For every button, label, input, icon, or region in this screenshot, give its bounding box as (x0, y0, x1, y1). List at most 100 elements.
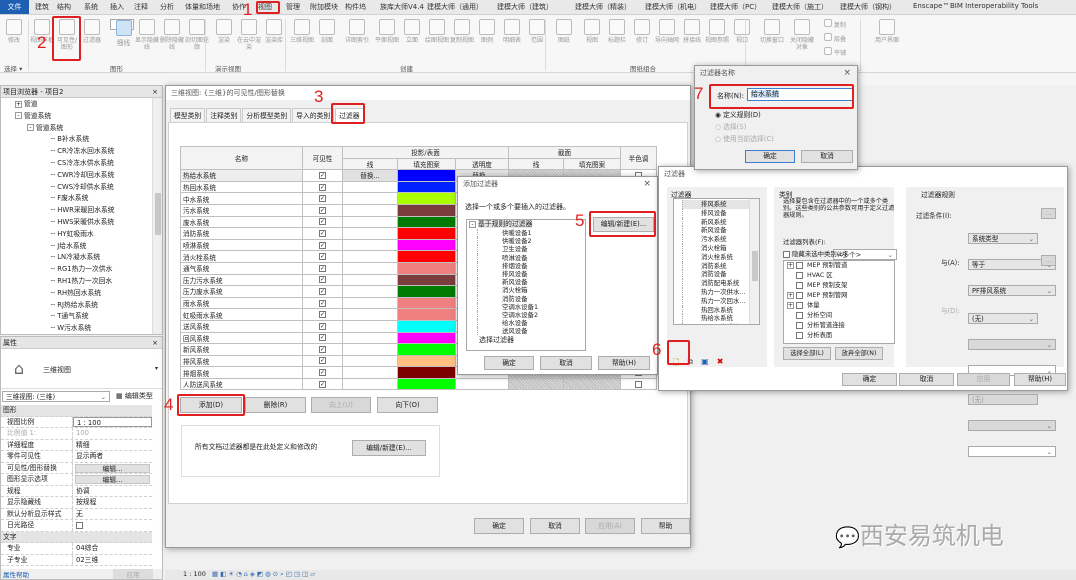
help-button[interactable]: 帮助(H) (598, 356, 650, 370)
projection-line-cell[interactable] (342, 203, 398, 217)
ribbon-button-12[interactable]: 剖面 (315, 19, 339, 44)
menu-tab-11[interactable]: 附加模块 (310, 2, 338, 12)
projection-pattern-swatch[interactable] (397, 308, 456, 321)
menu-tab-20[interactable]: 建模大师（钢构） (840, 2, 896, 12)
filter-tree-item[interactable]: 送风设备 (477, 327, 585, 336)
visibility-checkbox[interactable]: ✓ (319, 264, 326, 272)
projection-line-cell[interactable] (342, 250, 398, 263)
view-scale[interactable]: 1 : 100 (183, 570, 206, 578)
projection-pattern-swatch[interactable] (397, 377, 456, 391)
property-value[interactable]: 协调 (73, 486, 152, 497)
projection-line-cell[interactable] (342, 273, 398, 287)
visibility-checkbox[interactable]: ✓ (319, 241, 326, 249)
filter-tree-item[interactable]: 新风设备 (477, 278, 585, 287)
filter-list-item[interactable]: 排风系统 (682, 200, 759, 209)
visibility-checkbox[interactable]: ✓ (319, 311, 326, 319)
move-up-button[interactable]: 向上(U) (311, 397, 371, 413)
visibility-checkbox[interactable]: ✓ (319, 345, 326, 353)
browser-item[interactable]: ┄ CR冷冻水回水系统 (1, 146, 162, 158)
menu-tab-16[interactable]: 建模大师（精装） (575, 2, 631, 12)
ribbon-button-24[interactable]: 修订 (630, 19, 654, 44)
filter-list-item[interactable]: 热力一次回水... (682, 296, 759, 306)
filter-type-radio[interactable]: ○ 选择(S) (715, 121, 774, 133)
projection-line-cell[interactable] (342, 366, 398, 379)
ribbon-button-17[interactable]: 复制视图 (450, 19, 474, 44)
property-value[interactable]: 显示两者 (73, 451, 152, 462)
filter-tree-item[interactable]: 消火栓箱 (477, 286, 585, 295)
close-icon[interactable]: × (643, 177, 651, 191)
visibility-checkbox[interactable]: ✓ (319, 334, 326, 342)
filter-tree-item[interactable]: 卫生设备 (477, 245, 585, 254)
browser-item[interactable]: - 管道系统 (1, 111, 162, 123)
close-icon[interactable]: × (843, 66, 851, 80)
projection-pattern-swatch[interactable] (397, 238, 456, 252)
ribbon-button-29[interactable]: 切换窗口 (760, 19, 784, 44)
hide-unchecked-checkbox[interactable]: 隐藏未选中类别(U) (783, 249, 846, 258)
tab-3[interactable]: 导入的类别 (292, 108, 335, 122)
and-a-select[interactable]: (无) ⌄ (968, 313, 1038, 324)
property-value[interactable]: 02三维 (73, 555, 152, 566)
projection-line-cell[interactable] (342, 377, 398, 391)
remove-filter-button[interactable]: 删除(R) (245, 397, 306, 413)
projection-pattern-swatch[interactable] (397, 261, 456, 275)
cancel-button[interactable]: 取消 (530, 518, 580, 534)
filter-name[interactable]: 排风系统 (180, 354, 303, 368)
visibility-checkbox[interactable]: ✓ (319, 380, 326, 388)
visibility-checkbox[interactable]: ✓ (319, 276, 326, 284)
projection-pattern-swatch[interactable] (397, 215, 456, 229)
browser-item[interactable]: ┄ T通气系统 (1, 311, 162, 323)
ribbon-button-23[interactable]: 标题栏 (605, 19, 629, 44)
category-item[interactable]: + MEP 预制管网 (784, 291, 894, 301)
browser-item[interactable]: ┄ RH1热力一次回水 (1, 276, 162, 288)
visibility-checkbox[interactable]: ✓ (319, 218, 326, 226)
expand-icon[interactable]: - (15, 112, 22, 120)
ribbon-button-25[interactable]: 导向轴网 (655, 19, 679, 44)
cancel-button[interactable]: 取消 (899, 373, 954, 386)
browser-item[interactable]: ┄ HWS采暖供水系统 (1, 217, 162, 229)
filter-name[interactable]: 通气系统 (180, 261, 303, 275)
ok-button[interactable]: 确定 (745, 150, 795, 163)
close-icon[interactable]: × (152, 337, 158, 349)
menu-tab-15[interactable]: 建模大师（建筑） (497, 2, 553, 12)
ribbon-button-22[interactable]: 视图 (580, 19, 604, 44)
ribbon-button-33[interactable]: 平铺 (820, 47, 850, 57)
browser-item[interactable]: ┄ W污水系统 (1, 323, 162, 335)
filter-list-item[interactable]: 热给水系统 (682, 314, 759, 324)
expand-icon[interactable]: + (15, 100, 22, 108)
table-row[interactable]: 人防送风系统 ✓ (180, 377, 657, 391)
expand-icon[interactable]: - (27, 124, 34, 132)
ribbon-button-5[interactable]: 显示隐藏线 (135, 19, 159, 51)
filter-tree[interactable]: - 基于规则的过滤器 供暖设备1 供暖设备2 卫生设备 喷淋设备 排烟设备 排风设备 新风设备… (466, 219, 586, 351)
filter-list-item[interactable]: 污水系统 (682, 235, 759, 244)
ribbon-button-15[interactable]: 立面 (400, 19, 424, 44)
category-checkbox[interactable] (796, 281, 803, 289)
ribbon-button-10[interactable]: 渲染库 (262, 19, 286, 44)
category-checkbox[interactable] (796, 311, 803, 319)
ribbon-button-3[interactable]: 过滤器 (80, 19, 104, 44)
projection-pattern-swatch[interactable] (397, 273, 456, 287)
expand-icon[interactable]: + (787, 261, 794, 269)
menu-tab-18[interactable]: 建模大师（PC） (710, 2, 761, 12)
ribbon-button-4[interactable]: 细线 (110, 19, 134, 47)
type-selector[interactable]: ⌂ 三维视图 ▾ (1, 349, 162, 389)
categories-list[interactable]: + MEP 预制管道 HVAC 区 MEP 预制支架 + MEP 预制管网 + 体量 分析空间分… (783, 260, 895, 344)
filter-name[interactable]: 喷淋系统 (180, 238, 303, 252)
ribbon-panel-label[interactable]: 选择 ▾ (4, 63, 22, 73)
browser-item[interactable]: ┄ CS冷冻水供水系统 (1, 158, 162, 170)
browser-item[interactable]: ┄ RG1热力一次供水 (1, 264, 162, 276)
instance-selector[interactable]: 三维视图: (三维) ⌄ (2, 391, 110, 402)
property-value[interactable]: 1 : 100 (73, 416, 152, 427)
projection-pattern-swatch[interactable] (397, 366, 456, 379)
browser-item[interactable]: - 管道系统 (1, 123, 162, 135)
close-icon[interactable]: × (152, 86, 158, 98)
property-group[interactable]: 文字 (1, 531, 152, 543)
projection-line-cell[interactable] (342, 227, 398, 240)
menu-tab-14[interactable]: 建模大师（通用） (427, 2, 483, 12)
property-group[interactable]: 图形 (1, 405, 152, 417)
browser-item[interactable]: ┄ HWR采暖回水系统 (1, 205, 162, 217)
filter-name[interactable]: 排烟系统 (180, 366, 303, 379)
expand-icon[interactable]: + (787, 291, 794, 299)
category-item[interactable]: + MEP 预制管道 (784, 261, 894, 271)
filter-tree-item[interactable]: 排风设备 (477, 269, 585, 279)
delete-filter-icon[interactable]: ✖ (717, 357, 724, 371)
